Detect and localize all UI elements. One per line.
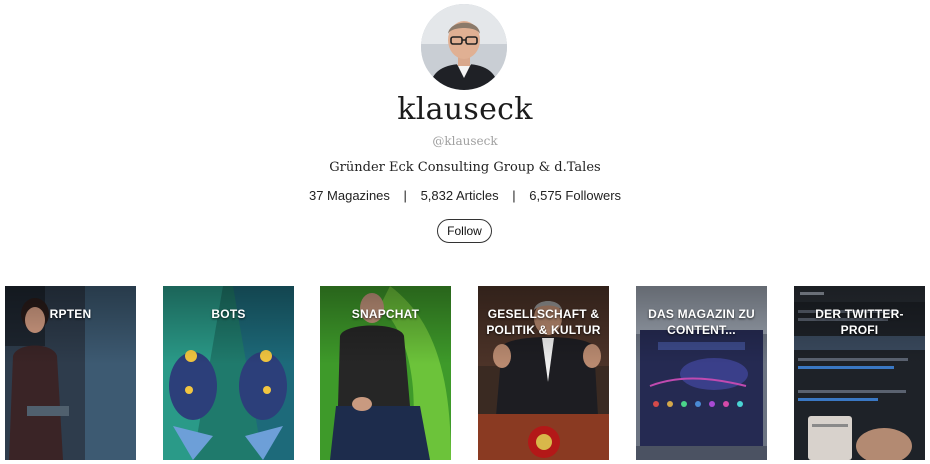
magazine-tile[interactable]: SNAPCHAT xyxy=(320,286,451,460)
stats-separator: | xyxy=(512,188,516,203)
stats-separator: | xyxy=(403,188,407,203)
articles-count[interactable]: 5,832 Articles xyxy=(421,188,499,203)
avatar[interactable] xyxy=(421,4,507,90)
profile-bio: Gründer Eck Consulting Group & d.Tales xyxy=(329,160,601,175)
magazine-title: BOTS xyxy=(211,307,246,321)
magazine-title: SNAPCHAT xyxy=(351,307,420,321)
magazines-count[interactable]: 37 Magazines xyxy=(309,188,390,203)
magazine-tile[interactable]: GESELLSCHAFT & POLITIK & KULTUR xyxy=(478,286,609,460)
follow-button[interactable]: Follow xyxy=(437,219,492,243)
magazine-tile[interactable]: DER TWITTER-PROFI xyxy=(794,286,925,460)
profile-handle: @klauseck xyxy=(432,134,498,148)
magazine-tile[interactable]: BOTS xyxy=(163,286,294,460)
profile-stats: 37 Magazines | 5,832 Articles | 6,575 Fo… xyxy=(0,188,930,203)
magazine-title: DAS MAGAZIN ZU CONTENT... xyxy=(648,307,755,337)
profile-name: klauseck xyxy=(397,92,533,127)
magazine-tile[interactable]: DAS MAGAZIN ZU CONTENT... xyxy=(636,286,767,460)
magazine-title: GESELLSCHAFT & POLITIK & KULTUR xyxy=(486,307,601,337)
magazine-tile[interactable]: RPTEN xyxy=(5,286,136,460)
magazine-title: RPTEN xyxy=(49,307,92,321)
magazine-title: DER TWITTER-PROFI xyxy=(815,307,904,337)
followers-count[interactable]: 6,575 Followers xyxy=(529,188,621,203)
